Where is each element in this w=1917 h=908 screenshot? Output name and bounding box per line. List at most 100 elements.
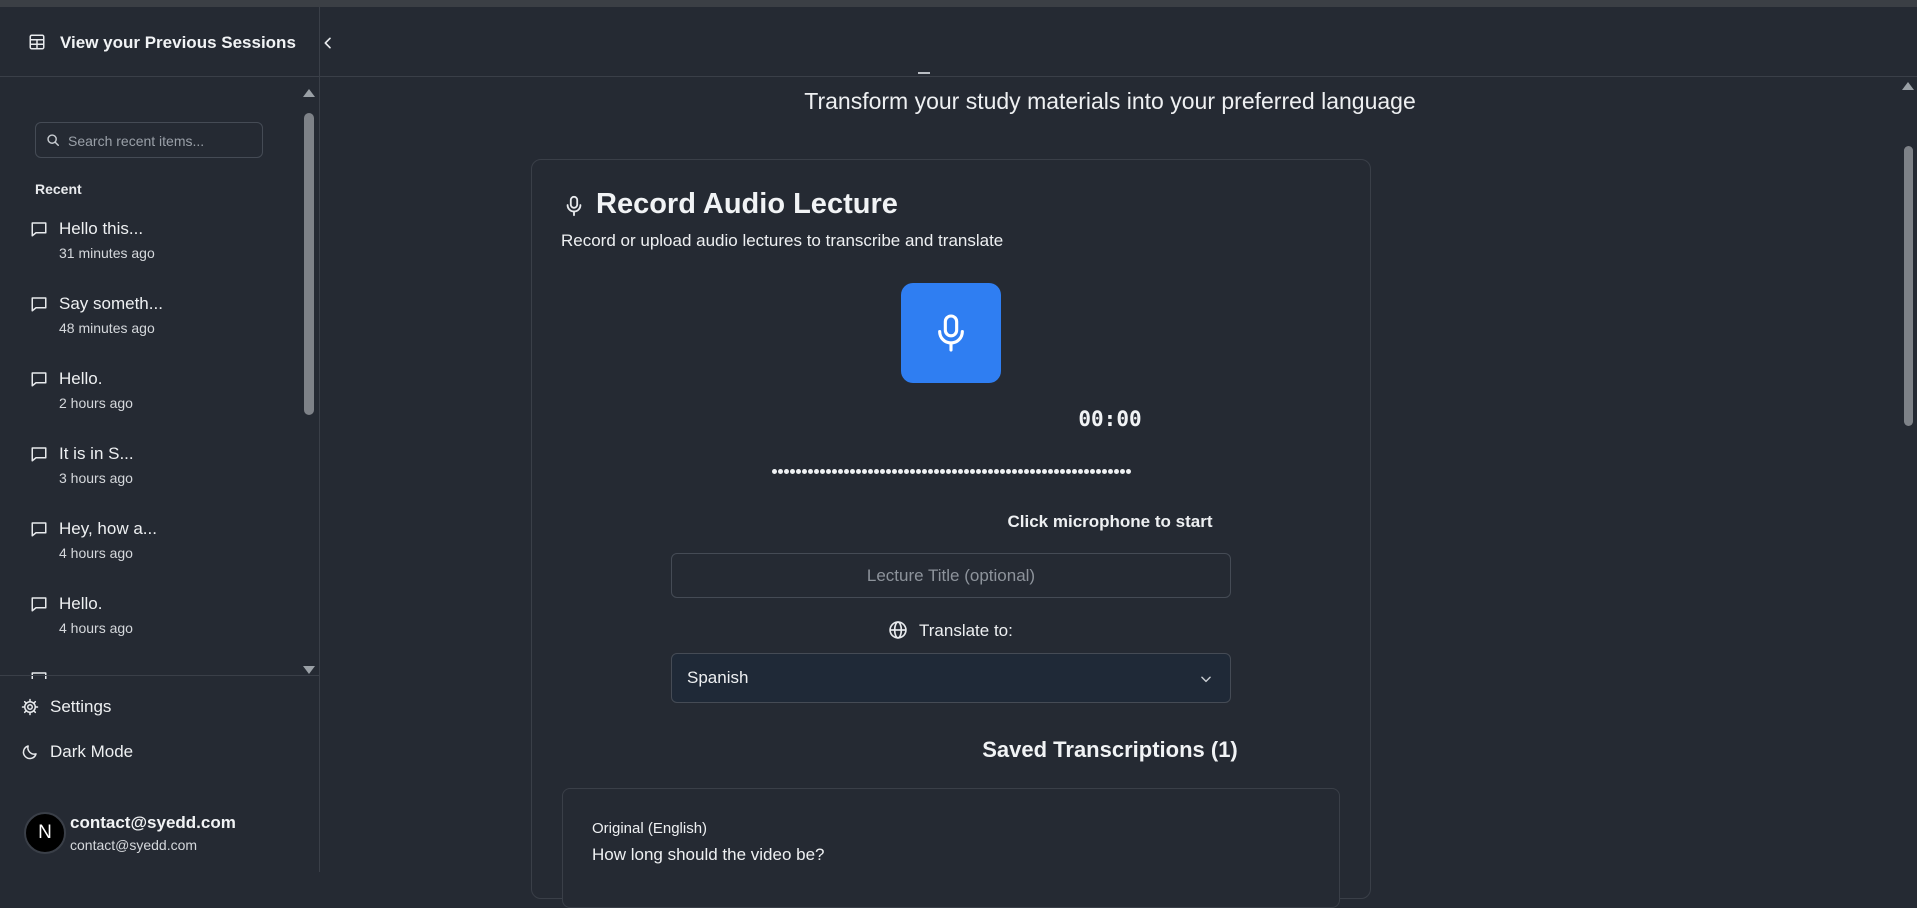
waveform-dot	[1018, 469, 1023, 474]
waveform-dot	[1102, 469, 1107, 474]
message-square-icon	[31, 597, 47, 612]
waveform-dot	[802, 469, 807, 474]
waveform-dot	[970, 469, 975, 474]
waveform-dot	[868, 469, 873, 474]
recording-timer: 00:00	[1078, 407, 1142, 431]
settings-label: Settings	[50, 697, 112, 716]
settings-button[interactable]: Settings	[0, 689, 319, 725]
recent-list: Hello this... 31 minutes ago Say someth.…	[0, 214, 300, 679]
item-title: Say someth...	[59, 294, 163, 313]
message-square-icon	[31, 297, 47, 312]
waveform-dot	[934, 469, 939, 474]
waveform-dot	[814, 469, 819, 474]
item-title: Hello.	[59, 594, 103, 613]
waveform-dot	[1054, 469, 1059, 474]
dark-mode-toggle[interactable]: Dark Mode	[0, 734, 319, 770]
page-subtitle: Transform your study materials into your…	[804, 88, 1416, 114]
waveform-dot	[1060, 469, 1065, 474]
waveform-dot	[856, 469, 861, 474]
list-item[interactable]	[0, 664, 300, 679]
waveform-dot	[1120, 469, 1125, 474]
waveform-dot	[1012, 469, 1017, 474]
waveform-dot	[808, 469, 813, 474]
item-time: 3 hours ago	[59, 470, 133, 486]
waveform-dot	[1006, 469, 1011, 474]
scroll-up-arrow[interactable]	[303, 89, 315, 97]
list-item[interactable]: Hello. 2 hours ago	[0, 364, 300, 424]
waveform-dot	[1096, 469, 1101, 474]
waveform-dot	[964, 469, 969, 474]
transcription-card[interactable]: Original (English) How long should the v…	[562, 788, 1340, 908]
list-item[interactable]: Hey, how a... 4 hours ago	[0, 514, 300, 574]
item-title: It is in S...	[59, 444, 134, 463]
window-top-bar	[0, 0, 1917, 7]
scrollbar-thumb[interactable]	[304, 113, 314, 415]
sidebar-header[interactable]: View your Previous Sessions	[0, 7, 319, 77]
original-text: How long should the video be?	[592, 845, 825, 864]
moon-icon	[22, 745, 37, 760]
item-time: 4 hours ago	[59, 545, 133, 561]
recent-heading: Recent	[35, 181, 82, 197]
waveform-dot	[880, 469, 885, 474]
search-box[interactable]	[35, 122, 263, 158]
scroll-down-arrow[interactable]	[303, 666, 315, 674]
item-title: Hello this...	[59, 219, 144, 238]
audio-waveform	[772, 469, 1132, 477]
waveform-dot	[982, 469, 987, 474]
dark-mode-label: Dark Mode	[50, 742, 134, 761]
user-name: contact@syedd.com	[70, 813, 236, 832]
lecture-title-input[interactable]	[671, 553, 1231, 598]
waveform-dot	[838, 469, 843, 474]
main-header-divider	[320, 76, 1917, 77]
waveform-dot	[1072, 469, 1077, 474]
waveform-dot	[910, 469, 915, 474]
search-input[interactable]	[66, 129, 260, 153]
scrollbar-thumb[interactable]	[1904, 146, 1913, 426]
original-language-label: Original (English)	[592, 820, 708, 837]
waveform-dot	[928, 469, 933, 474]
scroll-up-arrow[interactable]	[1902, 82, 1914, 90]
gear-icon	[21, 698, 39, 716]
waveform-dot	[1090, 469, 1095, 474]
recording-status: Click microphone to start	[1007, 512, 1213, 531]
sidebar-scrollbar[interactable]	[301, 87, 317, 677]
waveform-dot	[778, 469, 783, 474]
sidebar: View your Previous Sessions Recent Hello…	[0, 7, 320, 872]
waveform-dot	[994, 469, 999, 474]
user-profile[interactable]: N contact@syedd.com contact@syedd.com	[0, 802, 319, 862]
selected-language: Spanish	[687, 668, 749, 687]
saved-transcriptions-heading: Saved Transcriptions (1)	[982, 737, 1238, 762]
list-item[interactable]: Hello. 4 hours ago	[0, 589, 300, 649]
waveform-dot	[1126, 469, 1131, 474]
waveform-dot	[1084, 469, 1089, 474]
record-button[interactable]	[901, 283, 1001, 383]
item-time: 2 hours ago	[59, 395, 133, 411]
list-item[interactable]: It is in S... 3 hours ago	[0, 439, 300, 499]
list-item[interactable]: Hello this... 31 minutes ago	[0, 214, 300, 274]
waveform-dot	[874, 469, 879, 474]
waveform-dot	[940, 469, 945, 474]
language-select[interactable]: Spanish	[671, 653, 1231, 703]
avatar[interactable]: N	[24, 812, 66, 854]
message-square-icon	[31, 447, 47, 462]
waveform-dot	[976, 469, 981, 474]
main-scrollbar[interactable]	[1900, 80, 1917, 872]
waveform-dot	[1108, 469, 1113, 474]
waveform-dot	[958, 469, 963, 474]
chevron-left-icon[interactable]	[320, 34, 336, 52]
card-title: Record Audio Lecture	[596, 188, 898, 220]
waveform-dot	[832, 469, 837, 474]
waveform-dot	[796, 469, 801, 474]
waveform-dot	[898, 469, 903, 474]
waveform-dot	[1078, 469, 1083, 474]
waveform-dot	[886, 469, 891, 474]
waveform-dot	[1000, 469, 1005, 474]
item-time: 4 hours ago	[59, 620, 133, 636]
waveform-dot	[826, 469, 831, 474]
chevron-down-icon	[1201, 676, 1211, 683]
user-email: contact@syedd.com	[70, 837, 198, 853]
list-item[interactable]: Say someth... 48 minutes ago	[0, 289, 300, 349]
waveform-dot	[820, 469, 825, 474]
item-time: 48 minutes ago	[59, 320, 155, 336]
item-time: 31 minutes ago	[59, 245, 155, 261]
